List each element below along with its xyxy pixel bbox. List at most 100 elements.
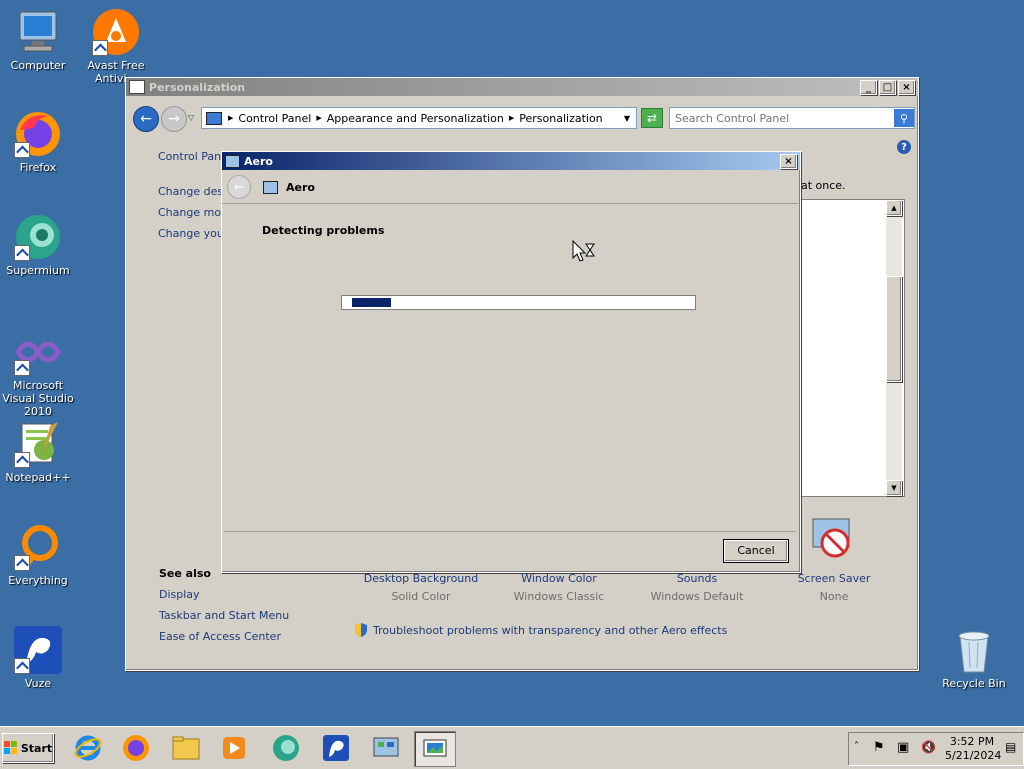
notepadpp-icon — [14, 420, 62, 468]
progress-bar — [341, 295, 696, 310]
cancel-button[interactable]: Cancel — [723, 539, 789, 563]
screen-saver-item[interactable]: Screen Saver None — [764, 572, 904, 603]
volume-muted-icon[interactable]: 🔇 — [921, 740, 936, 754]
show-desktop-icon[interactable]: ▤ — [1005, 740, 1016, 754]
maximize-button[interactable]: □ — [879, 79, 896, 95]
back-arrow-icon: ← — [233, 180, 245, 194]
desktop-icon-recycle-bin[interactable]: Recycle Bin — [936, 626, 1012, 690]
aero-dialog-title: Aero — [244, 154, 273, 168]
desktop-background-item[interactable]: Desktop Background Solid Color — [351, 572, 491, 603]
start-label: Start — [20, 741, 53, 755]
address-dropdown-icon[interactable]: ▼ — [624, 114, 630, 123]
minimize-button[interactable]: _ — [860, 79, 877, 95]
see-also-ease-of-access-link[interactable]: Ease of Access Center — [159, 630, 289, 643]
screen-saver-icon — [812, 518, 850, 558]
shortcut-arrow-icon — [14, 555, 30, 571]
scroll-thumb[interactable] — [886, 276, 902, 382]
aero-header-title: Aero — [286, 180, 315, 194]
breadcrumb-appearance[interactable]: Appearance and Personalization — [327, 112, 504, 125]
taskbar-ie[interactable] — [68, 731, 108, 765]
taskbar-media-player[interactable] — [214, 731, 254, 765]
desktop-icon-notepadpp[interactable]: Notepad++ — [0, 420, 76, 484]
search-button[interactable]: ⚲ — [894, 109, 914, 127]
action-center-flag-icon[interactable]: ⚑ — [873, 740, 885, 755]
shortcut-arrow-icon — [14, 142, 30, 158]
desktop-icon-everything[interactable]: Everything — [0, 523, 76, 587]
desktop-icon-label: Computer — [10, 59, 66, 72]
computer-icon — [14, 8, 62, 56]
desktop-icon-vuze[interactable]: Vuze — [0, 626, 76, 690]
desktop-icon-computer[interactable]: Computer — [0, 8, 76, 72]
windows-logo-icon — [3, 741, 17, 754]
folder-icon — [172, 736, 200, 760]
taskbar-vuze[interactable] — [316, 731, 356, 765]
sounds-item[interactable]: Sounds Windows Default — [627, 572, 767, 603]
everything-icon — [14, 523, 62, 571]
close-button[interactable]: × — [898, 79, 915, 95]
breadcrumb-personalization[interactable]: Personalization — [519, 112, 624, 125]
clock-time: 3:52 PM — [949, 735, 995, 748]
desktop-icon-avast[interactable]: Avast Free Antivi... — [78, 8, 154, 85]
search-icon: ⚲ — [899, 111, 909, 125]
desktop-icon-firefox[interactable]: Firefox — [0, 110, 76, 174]
breadcrumb-sep-icon: ▶ — [316, 114, 322, 122]
breadcrumb-control-panel[interactable]: Control Panel — [238, 112, 311, 125]
show-hidden-icons-icon[interactable]: ˄ — [854, 741, 859, 752]
shield-icon — [355, 623, 367, 637]
network-icon[interactable]: ▣ — [897, 740, 909, 755]
taskbar-firefox[interactable] — [116, 731, 156, 765]
scroll-up-button[interactable]: ▲ — [886, 200, 902, 216]
scroll-down-button[interactable]: ▼ — [886, 480, 902, 496]
media-player-icon — [223, 737, 245, 759]
taskbar: Start ˄ ⚑ ▣ 🔇 3:52 PM 5/21/2024 ▤ — [0, 726, 1024, 769]
start-button[interactable]: Start — [2, 733, 54, 763]
recycle-bin-icon — [950, 626, 998, 674]
aero-body: Detecting problems — [224, 205, 796, 532]
taskbar-personalization-active[interactable] — [414, 731, 456, 767]
description-text: at once. — [801, 179, 846, 192]
aero-close-button[interactable]: × — [780, 153, 797, 169]
see-also-display-link[interactable]: Display — [159, 588, 289, 601]
forward-button[interactable]: → — [161, 106, 187, 132]
troubleshoot-link-row[interactable]: Troubleshoot problems with transparency … — [354, 622, 727, 638]
search-field[interactable]: ⚲ — [669, 107, 915, 129]
see-also-taskbar-link[interactable]: Taskbar and Start Menu — [159, 609, 289, 622]
taskbar-control-panel[interactable] — [366, 731, 406, 765]
help-icon[interactable]: ? — [897, 140, 911, 154]
busy-cursor-icon — [572, 239, 596, 265]
desktop-icon-label: Microsoft Visual Studio 2010 — [2, 379, 74, 418]
see-also-section: See also Display Taskbar and Start Menu … — [159, 567, 289, 643]
history-dropdown-icon[interactable]: ▽ — [188, 113, 194, 122]
troubleshooter-icon — [225, 154, 240, 168]
desktop-icon-supermium[interactable]: Supermium — [0, 213, 76, 277]
window-title: Personalization — [149, 80, 246, 94]
themes-scrollbar[interactable]: ▲ ▼ — [886, 200, 902, 496]
window-color-value: Windows Classic — [513, 590, 605, 603]
forward-arrow-icon: → — [168, 111, 180, 127]
desktop-icon-visual-studio[interactable]: Microsoft Visual Studio 2010 — [0, 328, 76, 418]
personalization-titlebar[interactable]: Personalization _ □ × — [126, 78, 918, 96]
clock[interactable]: 3:52 PM 5/21/2024 — [945, 735, 1002, 763]
system-tray: ˄ ⚑ ▣ 🔇 3:52 PM 5/21/2024 ▤ — [848, 732, 1024, 766]
taskbar-explorer[interactable] — [166, 731, 206, 765]
refresh-button[interactable]: ⇄ — [641, 108, 663, 128]
desktop-icon-label: Recycle Bin — [942, 677, 1006, 690]
back-arrow-icon: ← — [140, 111, 152, 127]
taskbar-supermium[interactable] — [266, 731, 306, 765]
search-input[interactable] — [670, 110, 894, 126]
firefox-icon — [123, 735, 149, 761]
sounds-title: Sounds — [676, 572, 718, 585]
desktop-icon-label: Supermium — [6, 264, 70, 277]
troubleshoot-link[interactable]: Troubleshoot problems with transparency … — [373, 624, 727, 637]
shortcut-arrow-icon — [14, 452, 30, 468]
back-button[interactable]: ← — [133, 106, 159, 132]
aero-back-button[interactable]: ← — [227, 175, 251, 199]
address-bar[interactable]: ▶ Control Panel ▶ Appearance and Persona… — [201, 107, 637, 129]
window-color-item[interactable]: Window Color Windows Classic — [489, 572, 629, 603]
screen-saver-image[interactable] — [811, 517, 855, 561]
clock-date: 5/21/2024 — [945, 749, 1002, 762]
aero-titlebar[interactable]: Aero × — [222, 152, 800, 170]
firefox-icon — [14, 110, 62, 158]
visual-studio-icon — [14, 328, 62, 376]
shortcut-arrow-icon — [92, 40, 108, 56]
